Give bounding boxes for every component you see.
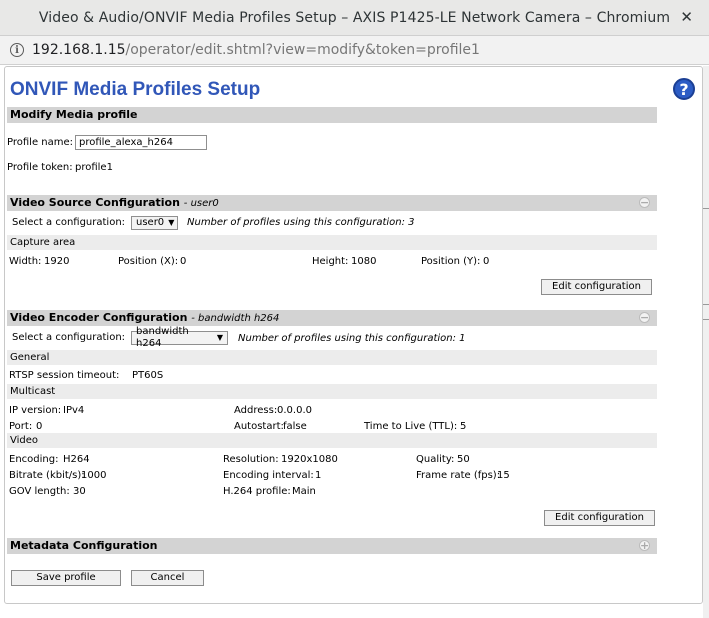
encoding-interval-value: 1 [315, 470, 322, 481]
video-source-edit-button[interactable]: Edit configuration [541, 279, 652, 295]
h264-profile-label: H.264 profile: [223, 486, 291, 497]
video-label: Video [7, 433, 657, 448]
general-label: General [7, 350, 657, 365]
rtsp-timeout-value: PT60S [132, 370, 164, 381]
height-label: Height: [312, 256, 349, 267]
gov-length-value: 30 [73, 486, 86, 497]
video-source-header[interactable]: Video Source Configuration - user0 − [7, 195, 657, 211]
video-encoder-select-label: Select a configuration: [12, 332, 126, 343]
multicast-label: Multicast [7, 384, 657, 399]
profile-name-input[interactable]: profile_alexa_h264 [75, 135, 207, 150]
gov-length-label: GOV length: [9, 486, 70, 497]
position-y-value: 0 [483, 256, 490, 267]
encoding-label: Encoding: [9, 454, 59, 465]
video-encoder-profiles-count: Number of profiles using this configurat… [238, 333, 466, 344]
metadata-title: Metadata Configuration [10, 539, 158, 552]
ttl-label: Time to Live (TTL): [364, 421, 458, 432]
resolution-value: 1920x1080 [281, 454, 338, 465]
port-label: Port: [9, 421, 33, 432]
h264-profile-value: Main [292, 486, 316, 497]
encoding-interval-label: Encoding interval: [223, 470, 314, 481]
ip-version-label: IP version: [9, 405, 62, 416]
save-profile-button[interactable]: Save profile [11, 570, 121, 586]
port-value: 0 [36, 421, 43, 432]
url-text[interactable]: 192.168.1.15/operator/edit.shtml?view=mo… [32, 42, 480, 58]
address-value: 0.0.0.0 [277, 405, 312, 416]
autostart-value: false [283, 421, 307, 432]
bitrate-value: 1000 [81, 470, 107, 481]
video-encoder-header[interactable]: Video Encoder Configuration - bandwidth … [7, 310, 657, 326]
collapse-icon[interactable]: − [639, 312, 650, 323]
video-source-subtitle: - user0 [183, 198, 219, 209]
frame-rate-label: Frame rate (fps): [416, 470, 501, 481]
profile-name-label: Profile name: [7, 137, 74, 148]
quality-value: 50 [457, 454, 470, 465]
frame-rate-value: 15 [497, 470, 510, 481]
modify-profile-header: Modify Media profile [7, 107, 657, 123]
cancel-button[interactable]: Cancel [131, 570, 204, 586]
position-y-label: Position (Y): [421, 256, 481, 267]
background-window-edge [703, 66, 709, 618]
position-x-value: 0 [180, 256, 187, 267]
video-encoder-select[interactable]: bandwidth h264 ▼ [131, 326, 228, 349]
dialog-content: ONVIF Media Profiles Setup ? Modify Medi… [4, 66, 703, 604]
video-source-select-label: Select a configuration: [12, 217, 126, 228]
video-source-profiles-count: Number of profiles using this configurat… [187, 217, 415, 228]
expand-icon[interactable]: + [639, 540, 650, 551]
dropdown-arrow-icon: ▼ [168, 218, 175, 227]
address-bar[interactable]: i 192.168.1.15/operator/edit.shtml?view=… [0, 36, 709, 65]
video-source-select[interactable]: user0 ▼ [131, 216, 178, 230]
close-icon[interactable]: ✕ [680, 8, 693, 26]
resolution-label: Resolution: [223, 454, 279, 465]
video-encoder-selected: bandwidth h264 [136, 326, 189, 349]
info-icon[interactable]: i [10, 43, 24, 57]
video-encoder-edit-button[interactable]: Edit configuration [544, 510, 655, 526]
window-titlebar: Video & Audio/ONVIF Media Profiles Setup… [0, 0, 709, 36]
window-title: Video & Audio/ONVIF Media Profiles Setup… [38, 9, 671, 26]
encoding-value: H264 [63, 454, 90, 465]
url-path: /operator/edit.shtml?view=modify&token=p… [125, 42, 480, 58]
video-encoder-subtitle: - bandwidth h264 [191, 313, 280, 324]
url-host: 192.168.1.15 [32, 42, 126, 58]
collapse-icon[interactable]: − [639, 197, 650, 208]
capture-area-label: Capture area [7, 235, 657, 250]
width-value: 1920 [44, 256, 70, 267]
profile-token-value: profile1 [75, 162, 113, 173]
video-source-title: Video Source Configuration [10, 196, 180, 209]
video-encoder-title: Video Encoder Configuration [10, 311, 188, 324]
position-x-label: Position (X): [118, 256, 179, 267]
autostart-label: Autostart: [234, 421, 284, 432]
dropdown-arrow-icon: ▼ [216, 333, 223, 342]
metadata-header[interactable]: Metadata Configuration + [7, 538, 657, 554]
page-title: ONVIF Media Profiles Setup [10, 79, 261, 100]
help-icon[interactable]: ? [673, 78, 695, 100]
profile-token-label: Profile token: [7, 162, 73, 173]
width-label: Width: [9, 256, 42, 267]
height-value: 1080 [351, 256, 377, 267]
rtsp-timeout-label: RTSP session timeout: [9, 370, 120, 381]
address-label: Address: [234, 405, 278, 416]
ip-version-value: IPv4 [63, 405, 85, 416]
video-source-selected: user0 [136, 217, 165, 228]
ttl-value: 5 [460, 421, 467, 432]
quality-label: Quality: [416, 454, 455, 465]
bitrate-label: Bitrate (kbit/s): [9, 470, 85, 481]
